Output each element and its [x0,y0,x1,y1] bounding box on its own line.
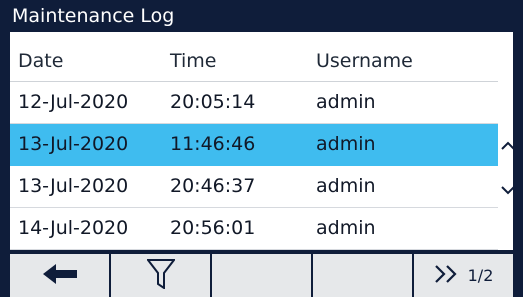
table-row[interactable]: 14-Jul-2020 20:56:01 admin [10,208,498,250]
cell-time: 20:05:14 [170,91,256,113]
cell-date: 14-Jul-2020 [18,217,129,239]
filter-icon [145,258,176,293]
empty-softkey-3[interactable] [212,254,311,297]
cell-username: admin [316,91,376,113]
back-softkey[interactable] [10,254,109,297]
cell-date: 13-Jul-2020 [18,175,129,197]
column-header-username: Username [316,50,413,72]
page-indicator: 1/2 [467,266,494,285]
cell-time: 20:46:37 [170,175,256,197]
arrow-left-icon [42,263,77,288]
cell-time: 20:56:01 [170,217,256,239]
chevron-down-icon[interactable] [501,183,515,197]
cell-date: 12-Jul-2020 [18,91,129,113]
column-header-date: Date [18,50,64,72]
empty-softkey-4[interactable] [313,254,412,297]
chevron-up-icon[interactable] [501,138,515,152]
next-page-softkey[interactable]: 1/2 [414,254,513,297]
softkey-bar: 1/2 [10,250,513,297]
double-chevron-right-icon [434,264,460,287]
column-header-time: Time [170,50,217,72]
cell-username: admin [316,175,376,197]
table-header: Date Time Username [10,41,498,82]
cell-username: admin [316,217,376,239]
table-row[interactable]: 13-Jul-2020 20:46:37 admin [10,166,498,208]
log-table: 12-Jul-2020 20:05:14 admin 13-Jul-2020 1… [10,82,498,250]
cell-date: 13-Jul-2020 [18,133,129,155]
page-title: Maintenance Log [10,0,513,32]
maintenance-log-screen: Maintenance Log Date Time Username 12-Ju… [0,0,523,297]
table-row[interactable]: 12-Jul-2020 20:05:14 admin [10,82,498,124]
cell-username: admin [316,133,376,155]
table-row-selected[interactable]: 13-Jul-2020 11:46:46 admin [10,124,498,166]
cell-time: 11:46:46 [170,133,256,155]
filter-softkey[interactable] [111,254,210,297]
